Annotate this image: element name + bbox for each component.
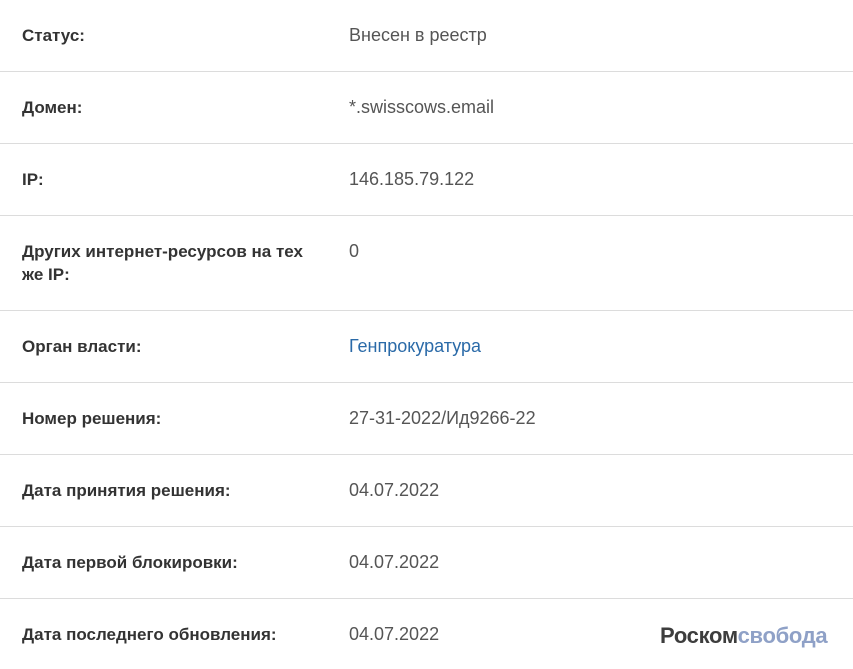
watermark-part2: свобода (737, 623, 828, 648)
decision-date-value: 04.07.2022 (349, 480, 440, 500)
authority-label: Орган власти: (22, 337, 142, 356)
ip-label: IP: (22, 170, 44, 189)
decision-number-value: 27-31-2022/Ид9266-22 (349, 408, 536, 428)
first-block-date-value: 04.07.2022 (349, 552, 440, 572)
ip-value: 146.185.79.122 (349, 169, 475, 189)
status-value: Внесен в реестр (349, 25, 487, 45)
registry-details-table: Статус: Внесен в реестр Домен: *.swissco… (0, 0, 853, 669)
status-label: Статус: (22, 26, 85, 45)
domain-value: *.swisscows.email (349, 97, 495, 117)
row-decision-number: Номер решения: 27-31-2022/Ид9266-22 (0, 383, 853, 455)
decision-date-label: Дата принятия решения: (22, 481, 231, 500)
other-resources-value: 0 (349, 241, 360, 261)
other-resources-label: Других интернет-ресурсов на тех же IP: (22, 242, 303, 284)
row-ip: IP: 146.185.79.122 (0, 144, 853, 216)
row-authority: Орган власти: Генпрокуратура (0, 311, 853, 383)
row-domain: Домен: *.swisscows.email (0, 72, 853, 144)
watermark-part1: Роском (660, 623, 738, 648)
domain-label: Домен: (22, 98, 83, 117)
decision-number-label: Номер решения: (22, 409, 162, 428)
roskomsvoboda-watermark: Роскомсвобода (660, 622, 828, 650)
row-first-block-date: Дата первой блокировки: 04.07.2022 (0, 527, 853, 599)
row-decision-date: Дата принятия решения: 04.07.2022 (0, 455, 853, 527)
row-status: Статус: Внесен в реестр (0, 0, 853, 72)
first-block-date-label: Дата первой блокировки: (22, 553, 238, 572)
authority-link[interactable]: Генпрокуратура (349, 335, 481, 358)
last-update-date-value: 04.07.2022 (349, 624, 440, 644)
last-update-date-label: Дата последнего обновления: (22, 625, 277, 644)
row-other-resources: Других интернет-ресурсов на тех же IP: 0 (0, 216, 853, 311)
